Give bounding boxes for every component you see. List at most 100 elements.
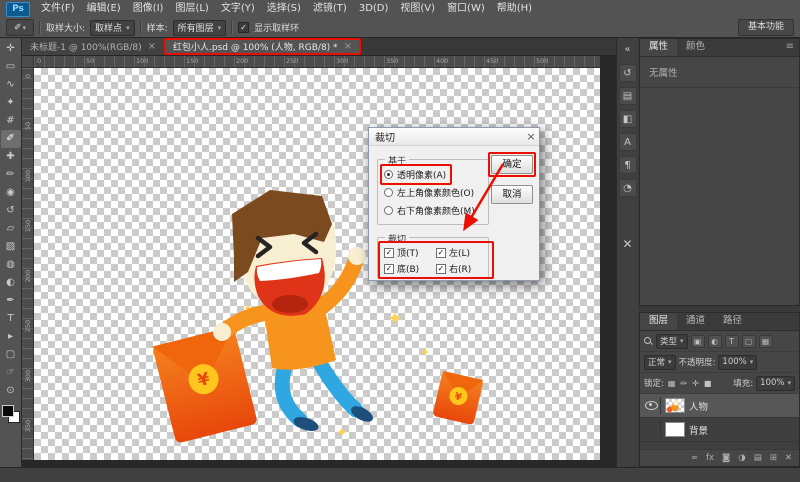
document-tab-untitled[interactable]: 未标题-1 @ 100%(RGB/8) × bbox=[22, 38, 165, 55]
visibility-toggle[interactable] bbox=[643, 421, 661, 438]
layer-row-background[interactable]: 背景 bbox=[640, 418, 799, 442]
clone-stamp-tool[interactable]: ◉ bbox=[1, 184, 21, 202]
menu-item-file[interactable]: 文件(F) bbox=[35, 0, 81, 18]
lock-label: 锁定: bbox=[644, 377, 664, 389]
healing-brush-tool[interactable]: ✚ bbox=[1, 148, 21, 166]
swatches-icon[interactable]: ▤ bbox=[619, 87, 637, 105]
sample-select[interactable]: 所有图层 ▾ bbox=[173, 20, 227, 36]
separator bbox=[39, 21, 41, 34]
blend-mode-select[interactable]: 正常 ▾ bbox=[644, 355, 676, 370]
link-layers-icon[interactable]: ∞ bbox=[691, 453, 698, 463]
trim-left-checkbox[interactable]: ✓ 左(L) bbox=[436, 246, 470, 259]
path-selection-tool[interactable]: ▸ bbox=[1, 328, 21, 346]
dodge-tool[interactable]: ◐ bbox=[1, 274, 21, 292]
layer-thumbnail[interactable] bbox=[665, 398, 685, 413]
pixel-filter-icon[interactable]: ▣ bbox=[691, 335, 705, 348]
adjustments-icon[interactable]: ◧ bbox=[619, 110, 637, 128]
menu-item-view[interactable]: 视图(V) bbox=[394, 0, 441, 18]
cancel-button[interactable]: 取消 bbox=[491, 185, 533, 204]
show-sampling-ring-checkbox[interactable]: ✓ bbox=[238, 22, 249, 33]
layer-style-icon[interactable]: fx bbox=[706, 453, 714, 463]
menu-item-select[interactable]: 选择(S) bbox=[261, 0, 307, 18]
layer-list: 人物 背景 bbox=[640, 394, 799, 449]
layer-thumbnail[interactable] bbox=[665, 422, 685, 437]
adjustment-layer-icon[interactable]: ◑ bbox=[738, 453, 745, 463]
radio-bottom-right-pixel-color[interactable]: 右下角像素颜色(M) bbox=[384, 204, 475, 217]
tab-color[interactable]: 颜色 bbox=[677, 39, 714, 56]
opacity-select[interactable]: 100% ▾ bbox=[718, 355, 757, 370]
close-icon[interactable]: × bbox=[148, 41, 156, 52]
lock-position-icon[interactable]: ✛ bbox=[691, 379, 700, 388]
ok-button-label: 确定 bbox=[502, 159, 521, 170]
shape-filter-icon[interactable]: ▢ bbox=[742, 335, 756, 348]
info-icon[interactable]: ◔ bbox=[619, 179, 637, 197]
close-panel-icon[interactable]: ✕ bbox=[619, 236, 637, 254]
menu-item-type[interactable]: 文字(Y) bbox=[215, 0, 261, 18]
menu-item-3d[interactable]: 3D(D) bbox=[353, 0, 395, 18]
document-tab-hongbao[interactable]: 红包小人.psd @ 100% (人物, RGB/8) * × bbox=[165, 38, 361, 55]
layer-row-character[interactable]: 人物 bbox=[640, 394, 799, 418]
pen-tool[interactable]: ✒ bbox=[1, 292, 21, 310]
menu-item-filter[interactable]: 滤镜(T) bbox=[307, 0, 353, 18]
blur-tool[interactable]: ◍ bbox=[1, 256, 21, 274]
current-tool-icon[interactable]: ✐ ▾ bbox=[6, 19, 34, 36]
tab-paths[interactable]: 路径 bbox=[714, 313, 751, 330]
trim-dialog-titlebar[interactable]: 裁切 × bbox=[369, 128, 539, 146]
new-layer-icon[interactable]: ⊞ bbox=[770, 453, 777, 463]
delete-layer-icon[interactable]: ✕ bbox=[785, 453, 792, 463]
ok-button[interactable]: 确定 bbox=[491, 155, 533, 174]
trim-bottom-checkbox[interactable]: ✓ 底(B) bbox=[384, 262, 419, 275]
type-filter-icon[interactable]: T bbox=[725, 335, 739, 348]
marquee-tool[interactable]: ▭ bbox=[1, 58, 21, 76]
trim-top-checkbox[interactable]: ✓ 顶(T) bbox=[384, 246, 419, 259]
shape-tool[interactable]: ▢ bbox=[1, 346, 21, 364]
type-tool[interactable]: T bbox=[1, 310, 21, 328]
zoom-tool[interactable]: ⊙ bbox=[1, 382, 21, 400]
lock-all-icon[interactable]: ■ bbox=[703, 379, 713, 388]
tab-channels[interactable]: 通道 bbox=[677, 313, 714, 330]
radio-transparent-pixels[interactable]: 透明像素(A) bbox=[384, 168, 446, 181]
sample-size-select[interactable]: 取样点 ▾ bbox=[90, 20, 135, 36]
history-brush-tool[interactable]: ↺ bbox=[1, 202, 21, 220]
quick-selection-tool[interactable]: ✦ bbox=[1, 94, 21, 112]
layer-mask-icon[interactable]: ◙ bbox=[722, 453, 730, 463]
visibility-toggle[interactable] bbox=[643, 397, 661, 414]
crop-tool[interactable]: # bbox=[1, 112, 21, 130]
hand-tool[interactable]: ☞ bbox=[1, 364, 21, 382]
filter-type-select[interactable]: 类型 ▾ bbox=[656, 334, 688, 349]
history-icon[interactable]: ↺ bbox=[619, 64, 637, 82]
lock-transparency-icon[interactable]: ▦ bbox=[667, 379, 677, 388]
brush-tool[interactable]: ✏ bbox=[1, 166, 21, 184]
color-swatches[interactable] bbox=[2, 405, 20, 423]
close-icon[interactable]: × bbox=[344, 41, 352, 52]
workspace-switcher-button[interactable]: 基本功能 bbox=[738, 19, 794, 36]
move-tool[interactable]: ✛ bbox=[1, 40, 21, 58]
menu-item-layer[interactable]: 图层(L) bbox=[169, 0, 214, 18]
fill-select[interactable]: 100% ▾ bbox=[756, 376, 795, 391]
character-icon[interactable]: A bbox=[619, 133, 637, 151]
trim-right-checkbox[interactable]: ✓ 右(R) bbox=[436, 262, 471, 275]
radio-top-left-pixel-color[interactable]: 左上角像素颜色(O) bbox=[384, 186, 474, 199]
tab-properties[interactable]: 属性 bbox=[640, 39, 677, 56]
vertical-ruler[interactable]: 0 50 100 150 200 250 300 350 bbox=[22, 68, 34, 460]
menu-item-edit[interactable]: 编辑(E) bbox=[81, 0, 127, 18]
paragraph-icon[interactable]: ¶ bbox=[619, 156, 637, 174]
eyedropper-tool[interactable]: ✐ bbox=[1, 130, 21, 148]
horizontal-ruler[interactable]: 0 50 100 150 200 250 300 350 400 450 500 bbox=[34, 56, 600, 68]
smart-object-filter-icon[interactable]: ▦ bbox=[759, 335, 773, 348]
eraser-tool[interactable]: ▱ bbox=[1, 220, 21, 238]
trim-dialog-title: 裁切 bbox=[369, 129, 395, 144]
menu-item-image[interactable]: 图像(I) bbox=[127, 0, 170, 18]
lasso-tool[interactable]: ∿ bbox=[1, 76, 21, 94]
collapse-panels-icon[interactable]: « bbox=[619, 41, 637, 59]
layer-group-icon[interactable]: ▤ bbox=[754, 453, 762, 463]
lock-pixels-icon[interactable]: ✏ bbox=[679, 379, 688, 388]
tab-layers[interactable]: 图层 bbox=[640, 313, 677, 330]
menu-item-help[interactable]: 帮助(H) bbox=[491, 0, 538, 18]
close-icon[interactable]: × bbox=[523, 129, 539, 145]
adjustment-filter-icon[interactable]: ◐ bbox=[708, 335, 722, 348]
foreground-color-swatch[interactable] bbox=[2, 405, 14, 417]
gradient-tool[interactable]: ▨ bbox=[1, 238, 21, 256]
menu-item-window[interactable]: 窗口(W) bbox=[441, 0, 491, 18]
panel-menu-icon[interactable]: ≡ bbox=[781, 39, 799, 56]
